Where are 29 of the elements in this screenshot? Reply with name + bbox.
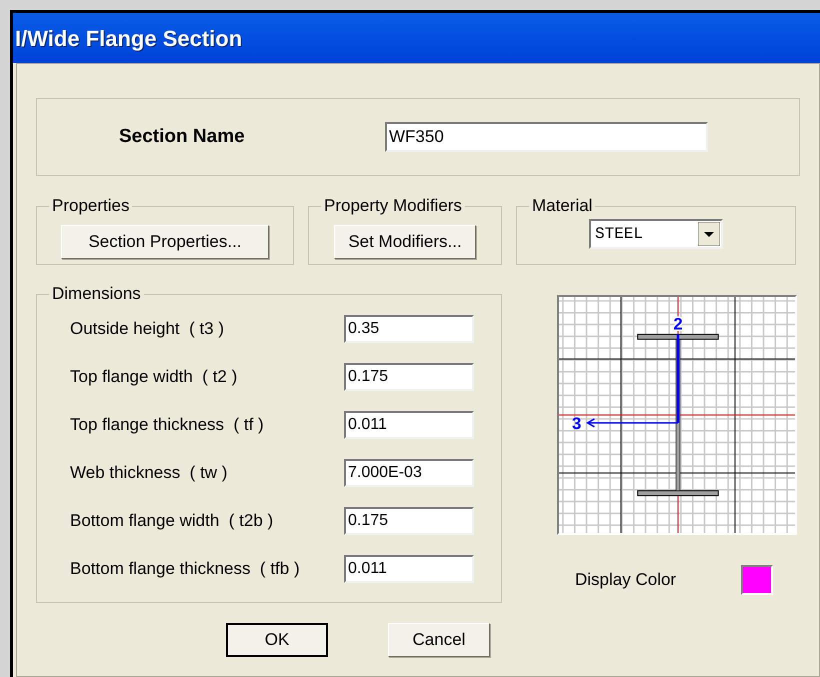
dimension-field[interactable]: 0.175 xyxy=(344,507,474,535)
material-value: STEEL xyxy=(595,224,644,245)
dimension-field[interactable]: 0.175 xyxy=(344,363,474,391)
section-name-label: Section Name xyxy=(119,124,246,149)
dimension-field[interactable]: 0.011 xyxy=(344,411,474,439)
dimension-label: Bottom flange thickness ( tfb ) xyxy=(70,558,301,580)
set-modifiers-button[interactable]: Set Modifiers... xyxy=(334,225,476,259)
group-label: Properties xyxy=(51,197,130,215)
dropdown-arrow-icon xyxy=(698,222,720,246)
dimension-field[interactable]: 7.000E-03 xyxy=(344,459,474,487)
group-label: Dimensions xyxy=(51,285,142,303)
dimension-field[interactable]: 0.35 xyxy=(344,315,474,343)
display-color-label: Display Color xyxy=(575,569,678,592)
group-label: Property Modifiers xyxy=(323,197,463,215)
section-name-field[interactable]: WF350 xyxy=(385,122,708,152)
axis-label: 3 xyxy=(572,414,582,433)
display-color-swatch[interactable] xyxy=(741,565,773,595)
section-properties-button[interactable]: Section Properties... xyxy=(61,225,269,259)
window-title: I/Wide Flange Section xyxy=(15,24,242,53)
dialog-button[interactable]: OK xyxy=(226,623,328,657)
dimension-label: Top flange width ( t2 ) xyxy=(70,366,238,388)
group-label: Material xyxy=(531,197,594,215)
dialog-button[interactable]: Cancel xyxy=(388,623,490,657)
dimension-label: Web thickness ( tw ) xyxy=(70,462,228,484)
dimension-label: Outside height ( t3 ) xyxy=(70,318,226,340)
dimension-label: Bottom flange width ( t2b ) xyxy=(70,510,274,532)
dimension-field[interactable]: 0.011 xyxy=(344,555,474,583)
dimension-label: Top flange thickness ( tf ) xyxy=(70,414,265,436)
material-dropdown[interactable]: STEEL xyxy=(589,219,723,249)
